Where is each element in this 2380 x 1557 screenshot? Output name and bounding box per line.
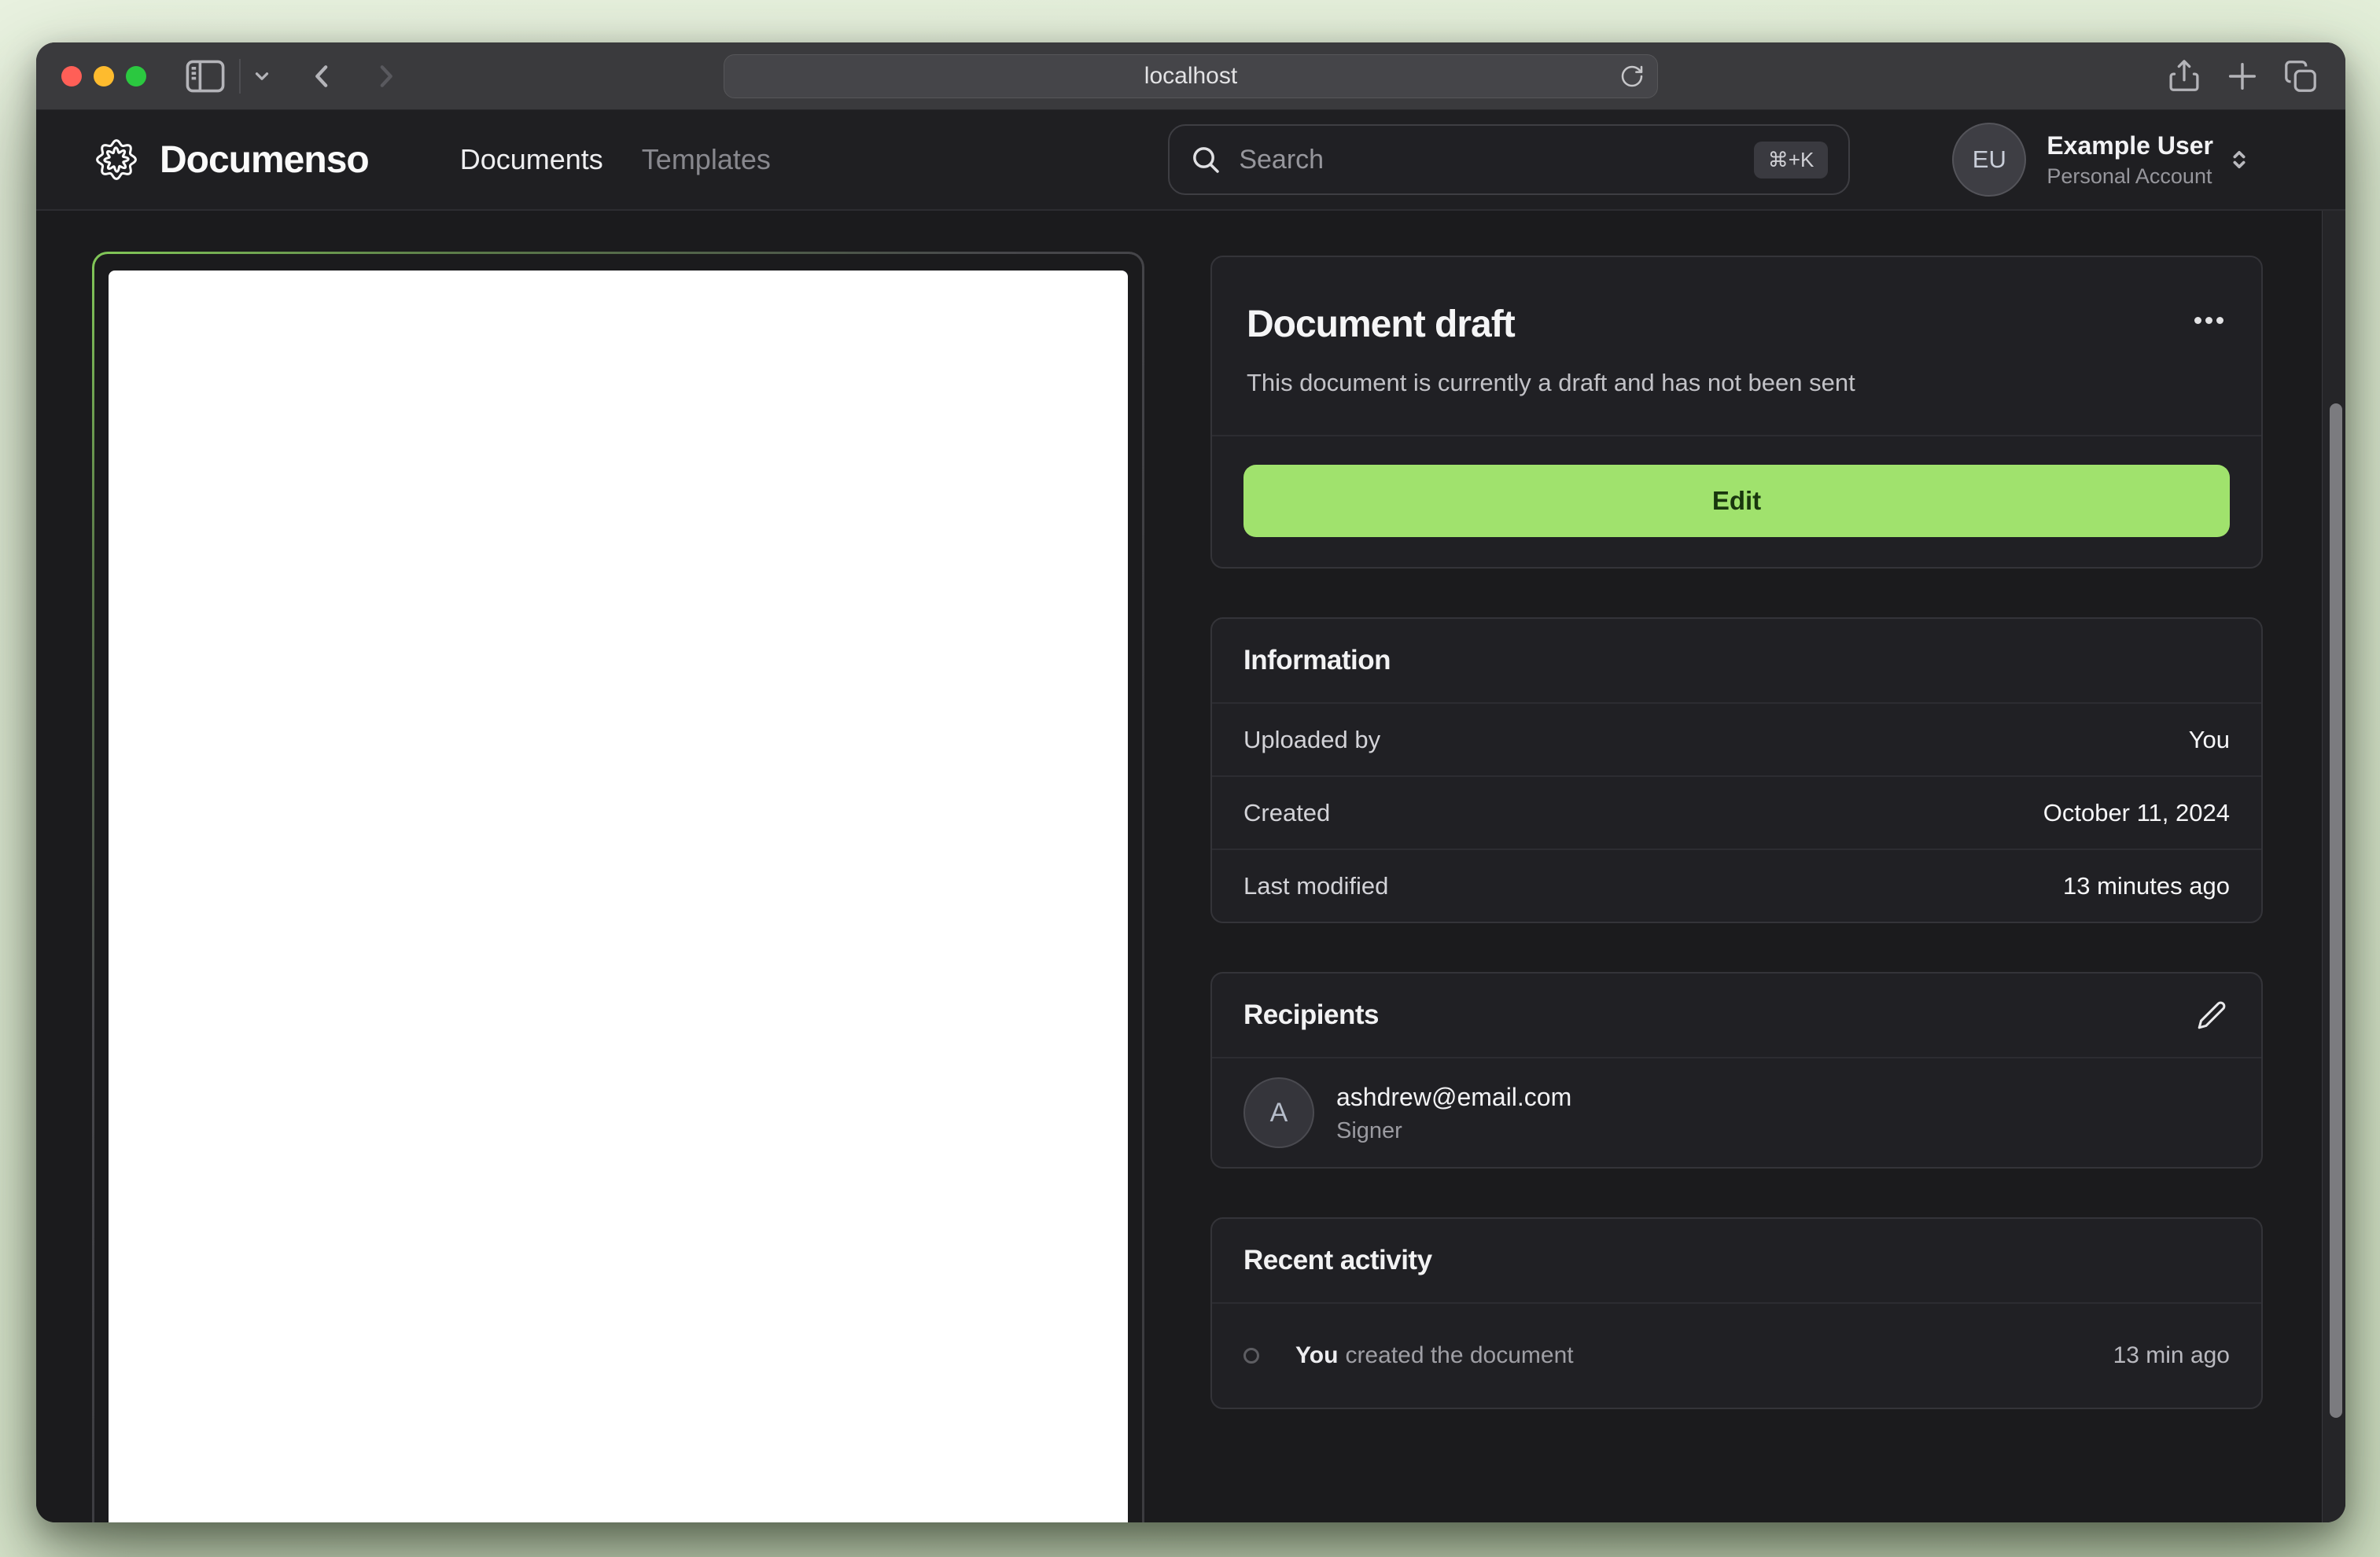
recent-activity-card-title: Recent activity [1243,1245,1432,1275]
sidebar-chevron-down-icon[interactable] [252,66,272,86]
recipient-row: A ashdrew@email.com Signer [1212,1058,2261,1167]
app-header: Documenso Documents Templates Search ⌘+K… [36,110,2345,211]
search-shortcut-badge: ⌘+K [1753,141,1829,179]
user-account-type: Personal Account [2047,164,2212,188]
chevrons-up-down-icon [2226,146,2253,173]
search-placeholder: Search [1239,144,1324,175]
browser-toolbar: localhost [36,42,2345,110]
document-side-panel: Document draft This document is currentl… [1210,256,2263,1409]
edit-pencil-icon[interactable] [2194,997,2230,1033]
sidebar-icon[interactable] [186,60,225,93]
app-body: Document draft This document is currentl… [36,211,2345,1522]
draft-card-subtitle: This document is currently a draft and h… [1247,369,1855,396]
activity-actor: You [1295,1342,1339,1368]
share-icon[interactable] [2166,58,2202,94]
tab-overview-icon[interactable] [2282,58,2319,94]
info-label: Created [1243,798,1331,826]
info-row-last-modified: Last modified 13 minutes ago [1212,848,2261,922]
search-input[interactable]: Search ⌘+K [1168,124,1851,195]
scrollbar-thumb[interactable] [2330,403,2342,1418]
reload-icon[interactable] [1619,64,1645,89]
document-page [109,271,1128,1522]
recipients-card-title: Recipients [1243,999,1380,1030]
recipients-card: Recipients A ashdrew@email.com Signer [1210,972,2263,1169]
nav-templates[interactable]: Templates [642,143,771,176]
activity-ring-icon [1243,1348,1259,1364]
info-label: Last modified [1243,871,1389,900]
brand[interactable]: Documenso [94,137,370,182]
back-icon[interactable] [307,61,338,92]
information-card-title: Information [1243,645,1391,675]
document-draft-card: Document draft This document is currentl… [1210,256,2263,569]
new-tab-icon[interactable] [2224,58,2260,94]
user-menu[interactable]: EU Example User Personal Account [1952,123,2253,197]
toolbar-separator [239,58,241,94]
zoom-button[interactable] [126,65,146,86]
draft-card-actions: Edit [1212,435,2261,567]
url-text: localhost [1144,63,1238,89]
close-button[interactable] [61,65,82,86]
more-icon[interactable] [2191,303,2227,338]
activity-time: 13 min ago [2113,1342,2230,1368]
recipient-role: Signer [1336,1118,1402,1143]
main-nav: Documents Templates [460,143,771,176]
avatar: EU [1952,123,2027,197]
toolbar-right [2166,58,2320,94]
draft-card-head: Document draft This document is currentl… [1212,257,2261,435]
browser-window: localhost Documenso Documents Templates … [36,42,2345,1522]
desktop-background: localhost Documenso Documents Templates … [0,0,2380,1557]
document-preview-inner [94,254,1142,1522]
draft-card-title: Document draft [1247,304,1516,345]
window-controls [61,65,146,86]
search-icon [1193,147,1220,173]
recent-activity-card: Recent activity You created the document … [1210,1217,2263,1409]
user-name: Example User [2047,131,2213,160]
document-preview-frame [92,252,1144,1522]
info-row-created: Created October 11, 2024 [1212,775,2261,848]
info-value: You [2188,725,2230,753]
activity-row: You created the document 13 min ago [1212,1304,2261,1408]
url-bar[interactable]: localhost [724,54,1658,98]
info-label: Uploaded by [1243,725,1381,753]
info-value: 13 minutes ago [2063,871,2230,900]
information-card: Information Uploaded by You Created Octo… [1210,617,2263,923]
info-row-uploaded-by: Uploaded by You [1212,702,2261,775]
recipient-avatar: A [1243,1077,1314,1148]
nav-documents[interactable]: Documents [460,143,603,176]
info-value: October 11, 2024 [2043,798,2230,826]
forward-icon[interactable] [370,61,401,92]
brand-name: Documenso [160,138,370,181]
activity-action: created the document [1345,1342,1574,1368]
recipient-email: ashdrew@email.com [1336,1083,1572,1111]
user-meta: Example User Personal Account [2047,131,2213,189]
documenso-app: Documenso Documents Templates Search ⌘+K… [36,110,2345,1522]
minimize-button[interactable] [94,65,114,86]
documenso-logo-icon [96,139,137,180]
edit-button[interactable]: Edit [1243,465,2230,537]
